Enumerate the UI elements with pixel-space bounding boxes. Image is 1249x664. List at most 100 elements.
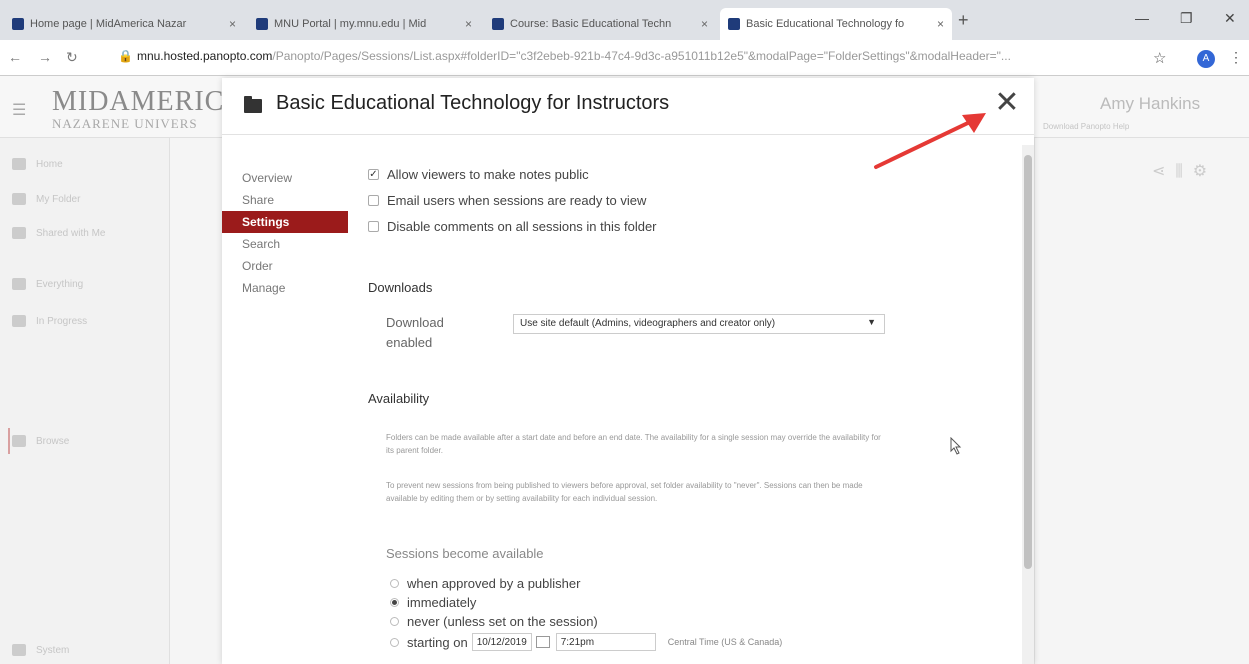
radio-label: immediately [407, 595, 477, 610]
folder-icon [244, 96, 262, 113]
reload-icon[interactable]: ↻ [66, 49, 78, 66]
checkbox-checked[interactable]: ✓ [368, 168, 379, 180]
tab-title: Basic Educational Technology fo [746, 18, 905, 30]
settings-nav: Overview Share Settings Search Order Man… [222, 167, 348, 299]
scroll-thumb[interactable] [1024, 155, 1032, 569]
radio-label: starting on [407, 634, 468, 650]
bookmark-star-icon[interactable]: ☆ [1153, 49, 1166, 67]
radio-button[interactable] [390, 617, 399, 626]
browser-tab-bar: Home page | MidAmerica Nazar × MNU Porta… [0, 0, 1249, 40]
nav-search[interactable]: Search [222, 233, 348, 255]
sidebar-item-label: Home [36, 158, 63, 170]
url-field[interactable]: 🔒 mnu.hosted.panopto.com/Panopto/Pages/Se… [118, 49, 1143, 69]
restore-icon[interactable]: ❐ [1180, 10, 1193, 27]
folder-icon [12, 193, 26, 205]
share-icon [12, 227, 26, 239]
url-path: /Panopto/Pages/Sessions/List.aspx#folder… [272, 49, 1011, 63]
nav-share[interactable]: Share [222, 189, 348, 211]
radio-approved-by-publisher[interactable]: when approved by a publisher [390, 576, 580, 591]
sidebar-item-everything[interactable]: Everything [12, 278, 83, 290]
tab-close-icon[interactable]: × [701, 17, 708, 31]
download-select[interactable]: Use site default (Admins, videographers … [513, 314, 885, 334]
progress-icon [12, 315, 26, 327]
logo-line2: NAZARENE UNIVERS [52, 116, 198, 131]
tab-title: Home page | MidAmerica Nazar [30, 18, 187, 30]
back-icon[interactable]: ← [8, 49, 22, 65]
tab-favicon-icon [492, 18, 504, 30]
checkbox-unchecked[interactable] [368, 220, 379, 232]
sidebar-item-shared[interactable]: Shared with Me [12, 227, 105, 239]
sidebar-item-label: Everything [36, 278, 84, 290]
browser-tab-3[interactable]: Course: Basic Educational Techn × [484, 8, 716, 40]
availability-description-1: Folders can be made available after a st… [386, 433, 881, 455]
logo-line1: MIDAMERIC [52, 86, 225, 117]
browse-icon [12, 435, 26, 447]
toolbar-icons[interactable]: ⋖⫼⚙ [1152, 161, 1217, 181]
nav-order[interactable]: Order [222, 255, 348, 277]
window-close-icon[interactable]: ✕ [1224, 10, 1236, 27]
hamburger-menu-icon[interactable]: ☰ [12, 100, 26, 120]
sidebar-item-in-progress[interactable]: In Progress [12, 315, 87, 327]
tab-close-icon[interactable]: × [937, 17, 944, 31]
radio-immediately[interactable]: immediately [390, 595, 476, 610]
tab-favicon-icon [12, 18, 24, 30]
tab-close-icon[interactable]: × [229, 17, 236, 31]
modal-title: Basic Educational Technology for Instruc… [276, 92, 670, 114]
nav-overview[interactable]: Overview [222, 167, 348, 189]
modal-scrollbar[interactable] [1022, 145, 1034, 664]
folder-column [170, 138, 222, 664]
availability-description-2: To prevent new sessions from being publi… [386, 481, 863, 503]
settings-content: ✓ Allow viewers to make notes public Emai… [358, 161, 1018, 664]
checkbox-label: Disable comments on all sessions in this… [387, 218, 657, 234]
checkbox-unchecked[interactable] [368, 194, 379, 206]
browser-tab-2[interactable]: MNU Portal | my.mnu.edu | Mid × [248, 8, 480, 40]
nav-manage[interactable]: Manage [222, 277, 348, 299]
tab-title: Course: Basic Educational Techn [510, 18, 672, 30]
sidebar-item-label: Browse [36, 435, 70, 447]
radio-button[interactable] [390, 579, 399, 588]
grid-icon [12, 278, 26, 290]
calendar-icon[interactable] [535, 636, 550, 648]
download-select-value: Use site default (Admins, videographers … [520, 318, 776, 329]
user-name[interactable]: Amy Hankins [1100, 94, 1200, 114]
nav-settings[interactable]: Settings [222, 211, 348, 233]
checkbox-label: Email users when sessions are ready to v… [387, 192, 647, 208]
browser-tab-1[interactable]: Home page | MidAmerica Nazar × [4, 8, 244, 40]
sidebar-item-label: My Folder [36, 193, 81, 205]
sidebar-item-my-folder[interactable]: My Folder [12, 193, 80, 205]
minimize-icon[interactable]: — [1135, 10, 1149, 26]
checkbox-notes-public[interactable]: ✓ Allow viewers to make notes public [368, 161, 657, 187]
sidebar-item-home[interactable]: Home [12, 158, 63, 170]
address-bar: ← → ↻ 🔒 mnu.hosted.panopto.com/Panopto/Pa… [0, 40, 1249, 76]
checkbox-email-users[interactable]: Email users when sessions are ready to v… [368, 187, 657, 213]
annotation-arrow-icon [874, 113, 986, 169]
radio-button-selected[interactable] [390, 598, 399, 607]
download-enabled-label: Download enabled [386, 315, 444, 350]
right-panel [1034, 138, 1249, 664]
tab-close-icon[interactable]: × [465, 17, 472, 31]
checkbox-disable-comments[interactable]: Disable comments on all sessions in this… [368, 213, 657, 239]
start-time-input[interactable]: 7:21pm [555, 633, 656, 651]
new-tab-icon[interactable]: + [958, 10, 969, 31]
forward-icon[interactable]: → [38, 49, 52, 65]
start-date-input[interactable]: 10/12/2019 [471, 633, 532, 651]
tab-favicon-icon [728, 18, 740, 30]
availability-heading: Availability [368, 391, 430, 406]
radio-label: never (unless set on the session) [407, 614, 598, 629]
timezone-label: Central Time (US & Canada) [667, 637, 783, 647]
close-button[interactable]: ✕ [992, 88, 1022, 120]
download-panopto-link[interactable]: Download Panopto Help [1043, 122, 1129, 131]
sessions-available-label: Sessions become available [386, 546, 544, 561]
profile-avatar[interactable]: A [1197, 50, 1215, 68]
browser-tab-active[interactable]: Basic Educational Technology fo × [720, 8, 952, 40]
sidebar-item-browse-label[interactable]: Browse [12, 435, 69, 447]
radio-button[interactable] [390, 637, 399, 647]
browser-menu-icon[interactable]: ⋮ [1229, 49, 1243, 66]
checkbox-label: Allow viewers to make notes public [387, 166, 589, 182]
radio-never[interactable]: never (unless set on the session) [390, 614, 598, 629]
home-icon [12, 158, 26, 170]
sidebar-item-system[interactable]: System [12, 644, 69, 656]
radio-starting-on[interactable]: starting on 10/12/2019 7:21pm Central Ti… [390, 633, 782, 651]
dropdown-arrow-icon: ▼ [867, 317, 876, 327]
gear-icon [12, 644, 26, 656]
